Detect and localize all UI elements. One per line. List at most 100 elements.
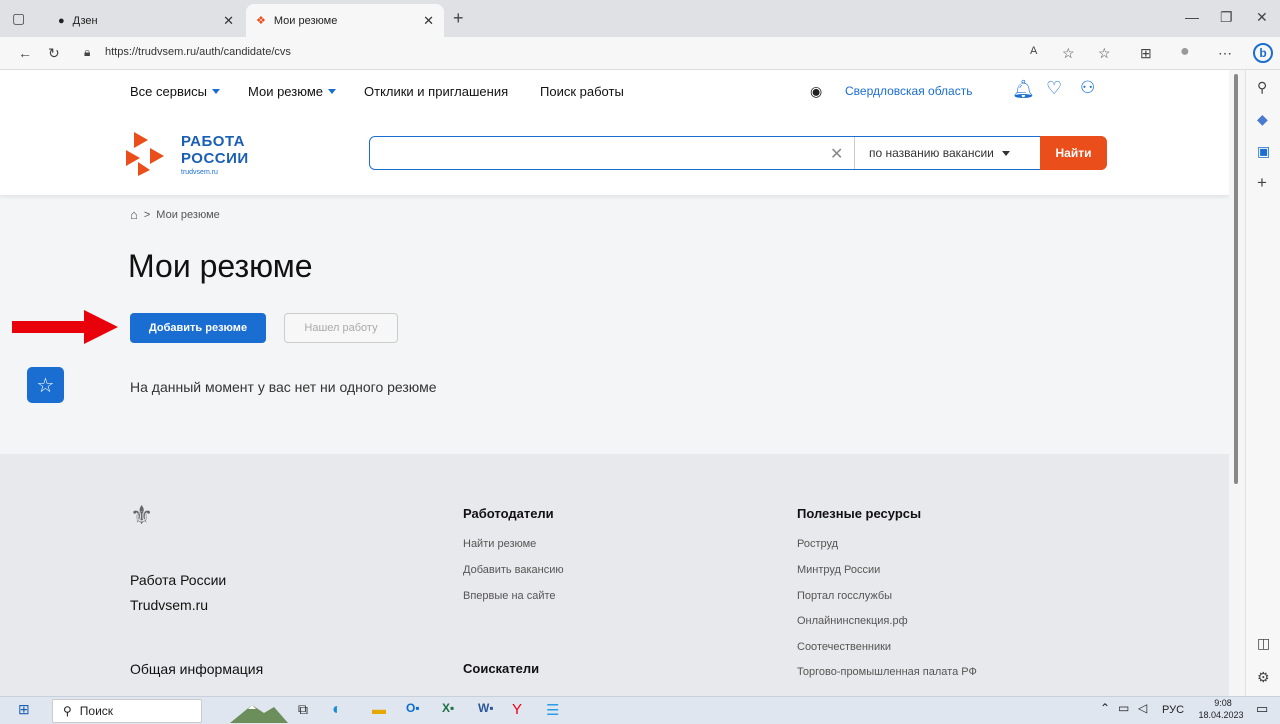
close-icon[interactable]: ✕ bbox=[223, 13, 234, 29]
tab-actions-icon[interactable]: ▢ bbox=[12, 11, 25, 25]
region-selector[interactable]: Свердловская область bbox=[845, 84, 972, 98]
found-job-button[interactable]: Нашел работу bbox=[284, 313, 398, 343]
new-tab-icon[interactable]: + bbox=[453, 9, 464, 27]
network-icon[interactable]: ▭ bbox=[1118, 701, 1129, 715]
chevron-down-icon bbox=[1001, 150, 1010, 156]
search-button[interactable]: Найти bbox=[1040, 136, 1107, 170]
mountain-widget-icon[interactable] bbox=[230, 699, 288, 723]
accessibility-eye-icon[interactable]: ◉ bbox=[810, 83, 822, 100]
sidebar-toggle-icon[interactable]: ◫ bbox=[1257, 636, 1270, 650]
logo-mark-icon[interactable] bbox=[124, 128, 176, 176]
lock-icon[interactable]: 🔒︎ bbox=[84, 46, 90, 58]
add-icon[interactable]: + bbox=[1257, 174, 1267, 191]
bell-icon[interactable]: 🔔︎ bbox=[1012, 79, 1035, 100]
search-mode-select[interactable]: по названию вакансии bbox=[854, 137, 1040, 169]
footer-brand-line1: Работа России bbox=[130, 572, 227, 588]
gear-icon[interactable]: ⚙ bbox=[1257, 670, 1270, 684]
footer-link[interactable]: Добавить вакансию bbox=[463, 564, 564, 576]
minimize-icon[interactable]: — bbox=[1185, 10, 1199, 24]
chevron-down-icon bbox=[328, 89, 336, 94]
favorites-icon[interactable]: ☆ bbox=[1098, 46, 1111, 60]
more-icon[interactable]: ⋯ bbox=[1218, 46, 1232, 60]
restore-icon[interactable]: ❐ bbox=[1220, 10, 1233, 24]
footer-link[interactable]: Соотечественники bbox=[797, 641, 891, 653]
search-icon: ⚲ bbox=[63, 704, 72, 718]
nav-responses[interactable]: Отклики и приглашения bbox=[364, 84, 508, 99]
footer-link[interactable]: Торгово-промышленная палата РФ bbox=[797, 666, 977, 678]
search-mode-label: по названию вакансии bbox=[869, 146, 994, 160]
taskbar-search[interactable]: ⚲ Поиск bbox=[52, 699, 202, 723]
footer-brand-line2: Trudvsem.ru bbox=[130, 597, 209, 613]
tab-title: Дзен bbox=[72, 14, 98, 27]
volume-icon[interactable]: ◁ bbox=[1138, 701, 1147, 715]
red-arrow-icon bbox=[12, 310, 118, 344]
nav-label: Все сервисы bbox=[130, 84, 207, 99]
nav-job-search[interactable]: Поиск работы bbox=[540, 84, 624, 99]
tab-dzen[interactable]: ● Дзен ✕ bbox=[48, 4, 244, 37]
footer-link[interactable]: Онлайнинспекция.рф bbox=[797, 615, 908, 627]
site-footer: ⚜ Работа России Trudvsem.ru Общая информ… bbox=[0, 454, 1229, 696]
search-box: ✕ по названию вакансии Найти bbox=[369, 136, 1107, 170]
breadcrumb: ⌂ > Мои резюме bbox=[130, 207, 220, 222]
favorites-add-icon[interactable]: ☆ bbox=[1062, 46, 1075, 60]
footer-link[interactable]: Найти резюме bbox=[463, 538, 536, 550]
language-indicator[interactable]: РУС bbox=[1162, 704, 1184, 716]
chevron-down-icon bbox=[211, 89, 220, 94]
close-icon[interactable]: ✕ bbox=[423, 13, 434, 29]
back-icon[interactable]: ← bbox=[18, 46, 32, 60]
notifications-icon[interactable]: ▭ bbox=[1256, 701, 1268, 717]
nav-label: Поиск работы bbox=[540, 84, 624, 99]
search-input[interactable] bbox=[378, 143, 818, 163]
footer-link[interactable]: Роструд bbox=[797, 538, 838, 550]
scrollbar-thumb[interactable] bbox=[1234, 74, 1238, 484]
task-view-icon[interactable]: ⧉ bbox=[298, 701, 308, 718]
add-resume-button[interactable]: Добавить резюме bbox=[130, 313, 266, 343]
clear-icon[interactable]: ✕ bbox=[830, 144, 843, 164]
close-window-icon[interactable]: ✕ bbox=[1256, 10, 1268, 24]
outlook-icon[interactable]: ▣ bbox=[1257, 144, 1270, 158]
nav-label: Мои резюме bbox=[248, 84, 323, 99]
url-field[interactable]: https://trudvsem.ru/auth/candidate/cvs bbox=[105, 46, 291, 58]
clock-date[interactable]: 18.04.2023 bbox=[1194, 710, 1248, 720]
site-header: Все сервисы Мои резюме Отклики и приглаш… bbox=[0, 70, 1229, 195]
address-bar-row: ← ↻ 🔒︎ https://trudvsem.ru/auth/candidat… bbox=[0, 37, 1280, 70]
nav-all-services[interactable]: Все сервисы bbox=[130, 84, 220, 99]
database-icon[interactable]: ☰ bbox=[546, 701, 559, 719]
yandex-browser-icon[interactable]: Y bbox=[512, 701, 522, 718]
home-icon[interactable]: ⌂ bbox=[130, 207, 138, 222]
heart-icon[interactable]: ♡ bbox=[1046, 78, 1062, 99]
tray-chevron-icon[interactable]: ⌃ bbox=[1100, 701, 1110, 715]
edge-sidebar: ⚲ ◆ ▣ + ◫ ⚙ bbox=[1245, 70, 1280, 696]
star-icon[interactable]: ☆ bbox=[27, 367, 64, 403]
excel-icon[interactable]: X▪ bbox=[442, 701, 454, 715]
page-scrollbar[interactable] bbox=[1229, 70, 1245, 696]
windows-start-icon[interactable]: ⊞ bbox=[18, 701, 30, 718]
outlook-icon[interactable]: O▪ bbox=[406, 701, 420, 715]
footer-link[interactable]: Минтруд России bbox=[797, 564, 880, 576]
clock-time[interactable]: 9:08 bbox=[1200, 698, 1246, 708]
edge-icon[interactable]: ◐ bbox=[332, 701, 342, 719]
logo-line2: РОССИИ bbox=[181, 150, 249, 167]
footer-employers-title: Работодатели bbox=[463, 506, 554, 521]
read-aloud-icon[interactable]: A bbox=[1030, 46, 1037, 57]
collections-icon[interactable]: ⊞ bbox=[1140, 46, 1152, 60]
user-icon[interactable]: ⚇ bbox=[1080, 78, 1095, 98]
breadcrumb-current: Мои резюме bbox=[156, 208, 220, 221]
trudvsem-favicon-icon: ❖ bbox=[256, 15, 266, 27]
tab-title: Мои резюме bbox=[273, 14, 338, 27]
web-page: Все сервисы Мои резюме Отклики и приглаш… bbox=[0, 70, 1229, 696]
search-icon[interactable]: ⚲ bbox=[1257, 80, 1267, 94]
refresh-icon[interactable]: ↻ bbox=[48, 46, 60, 60]
bing-icon[interactable]: b bbox=[1253, 43, 1273, 63]
file-explorer-icon[interactable]: ▬ bbox=[372, 701, 386, 717]
word-icon[interactable]: W▪ bbox=[478, 701, 494, 715]
shopping-icon[interactable]: ◆ bbox=[1257, 112, 1268, 126]
logo-domain: trudvsem.ru bbox=[181, 169, 218, 176]
footer-link[interactable]: Портал госслужбы bbox=[797, 590, 892, 602]
nav-my-resumes[interactable]: Мои резюме bbox=[248, 84, 336, 99]
footer-link[interactable]: Впервые на сайте bbox=[463, 590, 556, 602]
tab-my-resumes[interactable]: ❖ Мои резюме ✕ bbox=[246, 4, 444, 37]
profile-icon[interactable]: ● bbox=[1180, 44, 1190, 60]
page-title: Мои резюме bbox=[128, 248, 313, 284]
footer-general-info[interactable]: Общая информация bbox=[130, 661, 263, 677]
